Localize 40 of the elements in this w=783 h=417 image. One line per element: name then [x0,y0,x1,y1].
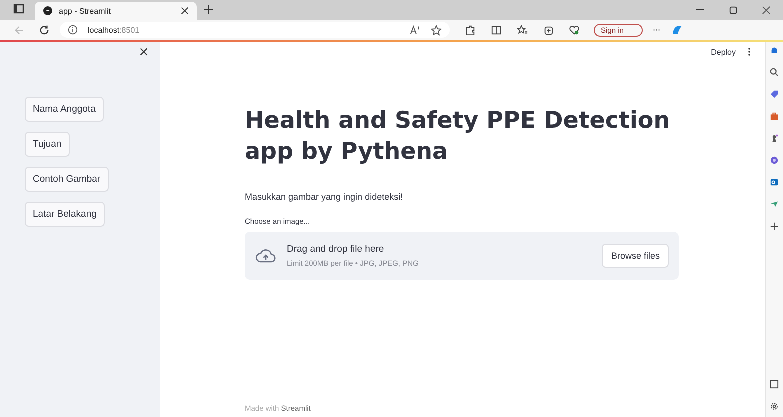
upload-cloud-icon [255,248,277,264]
close-sidebar-icon[interactable] [140,48,148,56]
sidebar-toggle-icon[interactable] [770,380,779,389]
add-icon[interactable] [770,222,779,231]
collections-icon[interactable] [543,24,554,36]
mail-icon[interactable] [770,178,779,187]
read-aloud-icon[interactable] [410,24,421,36]
reload-icon[interactable] [39,24,50,36]
copilot-icon[interactable] [670,24,683,36]
star-icon[interactable] [431,24,442,36]
chess-piece-icon[interactable] [770,134,779,143]
tag-icon[interactable] [770,90,779,99]
browse-files-button[interactable]: Browse files [602,244,669,268]
tab-actions-icon[interactable] [13,3,25,15]
close-tab-icon[interactable] [181,7,189,15]
more-button[interactable]: ··· [652,26,661,34]
address-field[interactable]: localhost:8501 [88,26,140,34]
sidebar-button[interactable]: Latar Belakang [25,202,105,227]
paper-plane-icon[interactable] [770,200,779,209]
dropzone-text: Drag and drop file here [287,244,386,255]
page-title: Health and Safety PPE Detection app by Pythena [245,107,672,167]
instruction-text: Masukkan gambar yang ingin dideteksi! [245,192,404,202]
info-icon[interactable] [68,25,78,35]
sidebar-button[interactable]: Tujuan [25,132,70,157]
extensions-icon[interactable] [465,24,476,36]
favorites-icon[interactable] [517,24,528,36]
new-tab-button[interactable]: + [203,2,215,18]
search-icon[interactable] [770,68,779,77]
deploy-button[interactable]: Deploy [711,48,736,56]
split-screen-icon[interactable] [491,24,502,36]
sidebar-button[interactable]: Contoh Gambar [25,167,109,192]
close-window-icon[interactable] [762,6,771,15]
toolbox-icon[interactable] [770,112,779,121]
menu-icon[interactable] [748,47,751,57]
app-logo-icon [43,6,53,16]
heart-icon[interactable] [569,24,580,36]
browser-tab[interactable]: app - Streamlit [35,2,197,20]
settings-icon[interactable] [770,402,779,411]
sidebar-button[interactable]: Nama Anggota [25,97,104,122]
maximize-icon[interactable] [729,6,738,15]
